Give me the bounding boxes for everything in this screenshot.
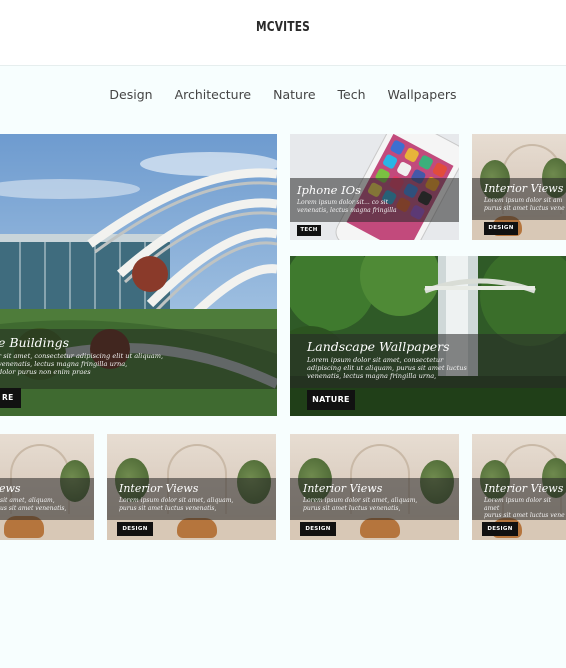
row3-a-desc: sit amet, aliquam, us sit amet venenatis… (0, 497, 67, 512)
row3-a-title: ews (0, 482, 21, 495)
card-landscape[interactable]: Landscape Wallpapers Lorem ipsum dolor s… (290, 256, 566, 416)
row3-c-title: Interior Views (303, 482, 383, 495)
landscape-title: Landscape Wallpapers (307, 339, 450, 354)
landscape-caption: Landscape Wallpapers Lorem ipsum dolor s… (290, 334, 566, 388)
nav-item-architecture[interactable]: Architecture (164, 87, 263, 102)
nav-item-tech[interactable]: Tech (327, 87, 377, 102)
interior-top-badge[interactable]: DESIGN (484, 222, 518, 235)
row3-d-title: Interior Views (484, 482, 564, 495)
card-row3-c[interactable]: Interior Views Lorem ipsum dolor sit ame… (290, 434, 459, 540)
nav-item-nature[interactable]: Nature (262, 87, 326, 102)
main-nav: Design Architecture Nature Tech Wallpape… (0, 87, 566, 102)
row3-a-caption: ews sit amet, aliquam, us sit amet venen… (0, 478, 94, 520)
card-interior-top[interactable]: Interior Views Lorem ipsum dolor sit am … (472, 134, 566, 240)
iphone-title: Iphone IOs (297, 183, 361, 197)
card-row3-a[interactable]: ews sit amet, aliquam, us sit amet venen… (0, 434, 94, 540)
row3-b-badge[interactable]: DESIGN (117, 522, 153, 536)
nav-item-wallpapers[interactable]: Wallpapers (377, 87, 468, 102)
iphone-desc: Lorem ipsum dolor sit... co sit venenati… (297, 199, 397, 214)
card-row3-b[interactable]: Interior Views Lorem ipsum dolor sit ame… (107, 434, 276, 540)
iphone-caption: Iphone IOs Lorem ipsum dolor sit... co s… (290, 178, 459, 222)
row3-b-desc: Lorem ipsum dolor sit amet, aliquam, pur… (119, 497, 234, 512)
landscape-desc: Lorem ipsum dolor sit amet, consectetur … (307, 356, 467, 381)
buildings-badge[interactable]: RE (0, 388, 21, 408)
card-iphone[interactable]: Iphone IOs Lorem ipsum dolor sit... co s… (290, 134, 459, 240)
row3-d-caption: Interior Views Lorem ipsum dolor sit ame… (472, 478, 566, 520)
row3-c-desc: Lorem ipsum dolor sit amet, aliquam, pur… (303, 497, 418, 512)
buildings-desc: r sit amet, consectetur adipiscing elit … (0, 352, 164, 377)
site-header: MCVITES (0, 0, 566, 66)
site-logo[interactable]: MCVITES (51, 20, 515, 35)
row3-d-desc: Lorem ipsum dolor sit amet purus sit ame… (484, 497, 565, 519)
row3-b-title: Interior Views (119, 482, 199, 495)
buildings-title: e Buildings (0, 335, 70, 350)
card-row3-d[interactable]: Interior Views Lorem ipsum dolor sit ame… (472, 434, 566, 540)
nav-item-design[interactable]: Design (98, 87, 163, 102)
row3-b-caption: Interior Views Lorem ipsum dolor sit ame… (107, 478, 276, 520)
interior-top-desc: Lorem ipsum dolor sit am purus sit amet … (484, 197, 565, 212)
row3-c-caption: Interior Views Lorem ipsum dolor sit ame… (290, 478, 459, 520)
buildings-caption: e Buildings r sit amet, consectetur adip… (0, 329, 277, 389)
row3-d-badge[interactable]: DESIGN (482, 522, 518, 536)
interior-top-title: Interior Views (484, 182, 564, 195)
card-buildings[interactable]: e Buildings r sit amet, consectetur adip… (0, 134, 277, 416)
landscape-badge[interactable]: NATURE (307, 390, 355, 410)
iphone-badge[interactable]: TECH (297, 225, 321, 236)
interior-top-caption: Interior Views Lorem ipsum dolor sit am … (472, 178, 566, 220)
row3-c-badge[interactable]: DESIGN (300, 522, 336, 536)
